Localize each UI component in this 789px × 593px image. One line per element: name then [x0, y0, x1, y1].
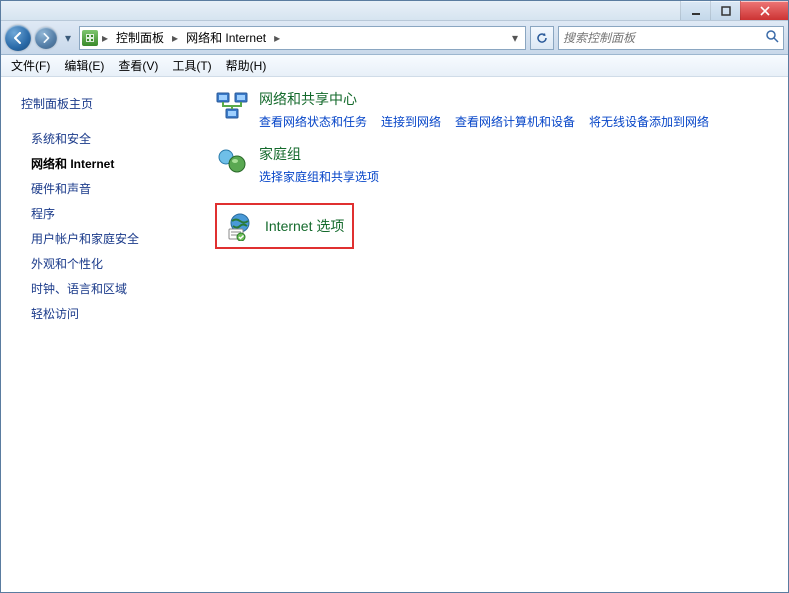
link-connect-to-network[interactable]: 连接到网络 — [381, 113, 441, 130]
link-view-network-devices[interactable]: 查看网络计算机和设备 — [455, 113, 575, 130]
category-internet-options-highlight: Internet 选项 — [215, 199, 774, 249]
breadcrumb-current[interactable]: 网络和 Internet — [182, 27, 270, 49]
breadcrumb[interactable]: ▸ 控制面板 ▸ 网络和 Internet ▸ ▾ — [79, 26, 526, 50]
forward-button[interactable] — [35, 27, 57, 49]
sidebar-item-programs[interactable]: 程序 — [21, 201, 193, 226]
menu-tools[interactable]: 工具(T) — [166, 55, 217, 76]
link-choose-homegroup-options[interactable]: 选择家庭组和共享选项 — [259, 168, 379, 185]
internet-options-icon — [225, 211, 255, 241]
category-network-sharing: 网络和共享中心 查看网络状态和任务 连接到网络 查看网络计算机和设备 将无线设备… — [215, 89, 774, 130]
menu-view[interactable]: 查看(V) — [112, 55, 164, 76]
category-title[interactable]: Internet 选项 — [265, 216, 344, 236]
sidebar-item-system-security[interactable]: 系统和安全 — [21, 126, 193, 151]
search-input[interactable] — [563, 31, 765, 45]
sidebar-item-network-internet[interactable]: 网络和 Internet — [21, 151, 193, 176]
menu-file[interactable]: 文件(F) — [5, 55, 56, 76]
window-body: 控制面板主页 系统和安全 网络和 Internet 硬件和声音 程序 用户帐户和… — [1, 77, 788, 592]
category-internet-options[interactable]: Internet 选项 — [215, 203, 354, 249]
menu-help[interactable]: 帮助(H) — [220, 55, 273, 76]
chevron-right-icon: ▸ — [170, 31, 180, 45]
network-sharing-icon — [215, 89, 249, 123]
close-button[interactable] — [740, 1, 788, 20]
search-icon — [765, 29, 779, 46]
address-bar: ▾ ▸ 控制面板 ▸ 网络和 Internet ▸ ▾ — [1, 21, 788, 55]
homegroup-icon — [215, 144, 249, 178]
menu-edit[interactable]: 编辑(E) — [58, 55, 110, 76]
nav-history-dropdown[interactable]: ▾ — [61, 31, 75, 45]
chevron-right-icon: ▸ — [272, 31, 282, 45]
back-button[interactable] — [5, 25, 31, 51]
sidebar-home[interactable]: 控制面板主页 — [21, 91, 193, 116]
link-view-network-status[interactable]: 查看网络状态和任务 — [259, 113, 367, 130]
category-title[interactable]: 网络和共享中心 — [259, 89, 774, 109]
menu-bar: 文件(F) 编辑(E) 查看(V) 工具(T) 帮助(H) — [1, 55, 788, 77]
sidebar-item-appearance[interactable]: 外观和个性化 — [21, 251, 193, 276]
sidebar-item-hardware-sound[interactable]: 硬件和声音 — [21, 176, 193, 201]
breadcrumb-dropdown[interactable]: ▾ — [507, 31, 523, 45]
category-homegroup: 家庭组 选择家庭组和共享选项 — [215, 144, 774, 185]
minimize-button[interactable] — [680, 1, 710, 20]
search-box[interactable] — [558, 26, 784, 50]
sidebar-item-user-accounts[interactable]: 用户帐户和家庭安全 — [21, 226, 193, 251]
breadcrumb-root[interactable]: 控制面板 — [112, 27, 168, 49]
category-title[interactable]: 家庭组 — [259, 144, 774, 164]
sidebar-item-ease-of-access[interactable]: 轻松访问 — [21, 301, 193, 326]
control-panel-icon — [82, 30, 98, 46]
sidebar: 控制面板主页 系统和安全 网络和 Internet 硬件和声音 程序 用户帐户和… — [1, 77, 201, 592]
content-area: 网络和共享中心 查看网络状态和任务 连接到网络 查看网络计算机和设备 将无线设备… — [201, 77, 788, 592]
chevron-right-icon: ▸ — [100, 31, 110, 45]
link-add-wireless-device[interactable]: 将无线设备添加到网络 — [589, 113, 709, 130]
window-titlebar — [1, 1, 788, 21]
refresh-button[interactable] — [530, 26, 554, 50]
maximize-button[interactable] — [710, 1, 740, 20]
sidebar-item-clock-lang-region[interactable]: 时钟、语言和区域 — [21, 276, 193, 301]
